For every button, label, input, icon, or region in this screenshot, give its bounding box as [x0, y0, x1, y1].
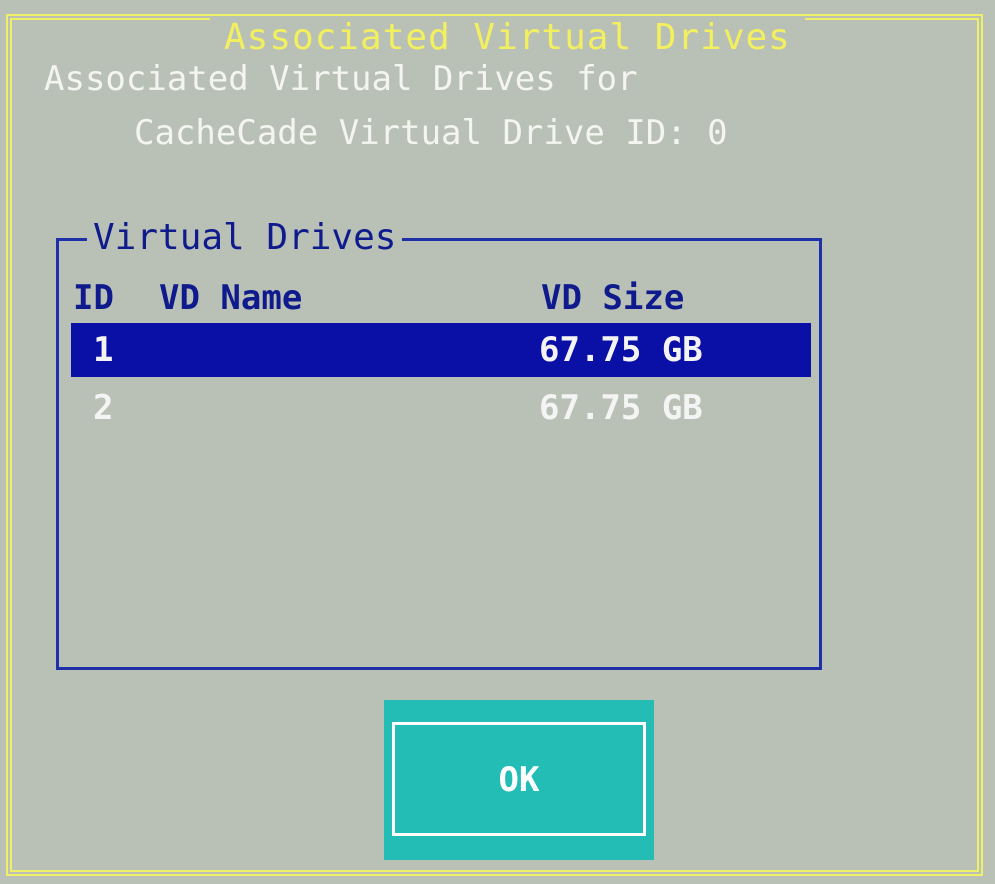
column-header-vd-name: VD Name [159, 278, 303, 318]
row-vd-size: 67.75 GB [539, 330, 703, 370]
dialog-title: Associated Virtual Drives [210, 16, 805, 60]
virtual-drives-group: Virtual Drives ID VD Name VD Size 1 67.7… [56, 213, 822, 670]
column-header-id: ID [73, 278, 114, 318]
ok-button[interactable]: OK [392, 722, 646, 836]
table-row[interactable]: 1 67.75 GB [71, 323, 811, 377]
column-header-vd-size: VD Size [541, 278, 685, 318]
group-label: Virtual Drives [87, 213, 403, 263]
description-line-2: CacheCade Virtual Drive ID: 0 [134, 113, 728, 153]
ok-button-label: OK [498, 760, 540, 800]
ok-button-shadow: OK [384, 700, 654, 860]
row-vd-size: 67.75 GB [539, 388, 703, 428]
row-id: 2 [93, 388, 114, 428]
row-id: 1 [93, 330, 114, 370]
table-row[interactable]: 2 67.75 GB [71, 381, 811, 435]
bios-screen: Associated Virtual Drives Associated Vir… [0, 0, 995, 884]
description-line-1: Associated Virtual Drives for [44, 59, 638, 99]
